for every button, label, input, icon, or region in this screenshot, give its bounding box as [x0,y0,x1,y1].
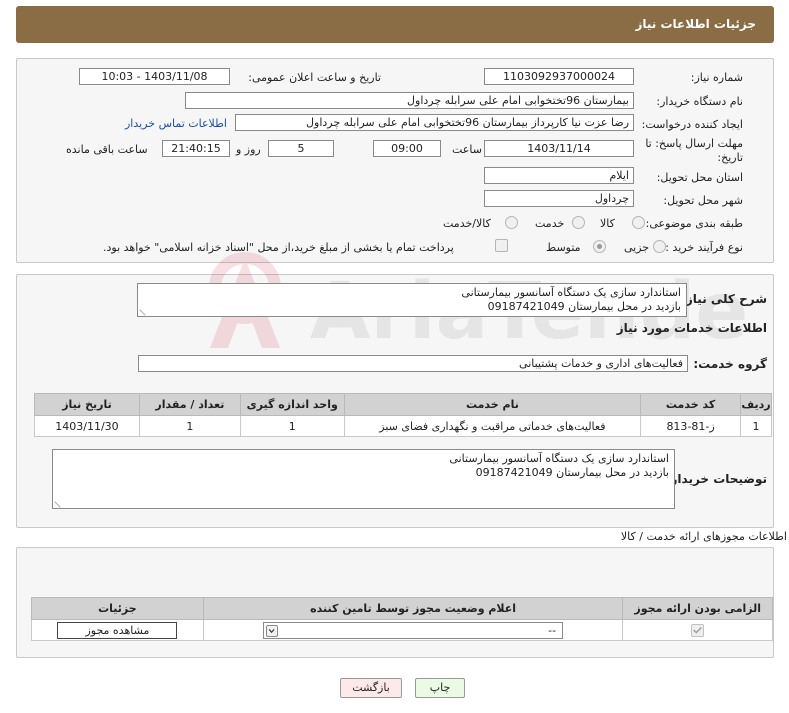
view-permit-button[interactable]: مشاهده مجوز [57,621,178,639]
summary-label: شرح کلی نیاز: [681,292,767,306]
page-title: جزئیات اطلاعات نیاز [635,17,756,31]
buyer-org-label: نام دستگاه خریدار: [656,95,743,108]
category-label: طبقه بندی موضوعی: [645,217,743,230]
deadline-time-label: ساعت [452,143,482,156]
buyer-notes-label: توضیحات خریدار: [665,472,767,486]
category-option-goods-service: کالا/خدمت [443,217,491,230]
col-unit: واحد اندازه گیری [239,393,345,416]
category-option-goods: کالا [600,217,615,230]
cell-service-name: فعالیت‌های خدماتی مراقبت و نگهداری فضای … [343,415,642,437]
services-table-header: ردیف کد خدمت نام خدمت واحد اندازه گیری ت… [34,393,772,416]
cell-permit-status: -- [202,619,624,641]
summary-textarea[interactable]: استاندارد سازی یک دستگاه آسانسور بیمارست… [137,283,687,317]
process-label: نوع فرآیند خرید : [665,241,743,254]
buyer-org-field: بیمارستان 96تختخوابی امام علی سرابله چرد… [185,92,634,109]
page-title-bar: جزئیات اطلاعات نیاز [16,6,774,43]
remaining-time-label: ساعت باقی مانده [66,143,148,156]
col-permit-required: الزامی بودن ارائه مجوز [622,597,773,620]
deadline-label: مهلت ارسال پاسخ: تا تاریخ: [645,137,743,164]
city-label: شهر محل تحویل: [663,194,743,207]
check-icon [693,626,702,634]
buyer-contact-link[interactable]: اطلاعات تماس خریدار [125,117,227,130]
permit-required-checkbox [691,623,705,637]
col-permit-status: اعلام وضعیت مجوز توسط تامین کننده [202,597,624,620]
process-radio-medium[interactable] [593,240,606,253]
need-number-label: شماره نیاز: [690,71,743,84]
creator-field: رضا عزت نیا کارپرداز بیمارستان 96تختخواب… [235,114,634,131]
print-button[interactable]: چاپ [415,678,465,698]
treasury-payment-checkbox[interactable] [495,239,508,252]
services-table: ردیف کد خدمت نام خدمت واحد اندازه گیری ت… [34,393,772,437]
process-option-minor: جزیی [624,241,650,254]
cell-quantity: 1 [138,415,241,437]
process-option-medium: متوسط [546,241,581,254]
cell-permit-details: مشاهده مجوز [31,619,204,641]
city-field: چرداول [484,190,634,207]
remaining-time-field: 21:40:15 [162,140,230,157]
service-group-field: فعالیت‌های اداری و خدمات پشتیبانی [138,355,688,372]
permit-status-select-value: -- [548,623,557,637]
category-radio-goods[interactable] [632,216,645,229]
cell-service-code: ز-81-813 [640,415,742,437]
col-row-number: ردیف [740,393,772,416]
col-need-date: تاریخ نیاز [34,393,140,416]
permits-section-title: اطلاعات مجوزهای ارائه خدمت / کالا [620,530,787,543]
days-remaining-field: 5 [268,140,334,157]
province-label: استان محل تحویل: [656,171,743,184]
col-quantity: تعداد / مقدار [138,393,241,416]
category-radio-service[interactable] [572,216,585,229]
category-option-service: خدمت [535,217,565,230]
col-service-name: نام خدمت [343,393,642,416]
deadline-date-field: 1403/11/14 [484,140,634,157]
need-number-field: 1103092937000024 [484,68,634,85]
process-radio-minor[interactable] [653,240,666,253]
cell-unit: 1 [239,415,345,437]
table-row: -- مشاهده مجوز [31,619,773,641]
services-section-title: اطلاعات خدمات مورد نیاز [616,321,767,335]
col-service-code: کد خدمت [640,393,742,416]
table-row: 1 ز-81-813 فعالیت‌های خدماتی مراقبت و نگ… [34,415,772,437]
cell-permit-required [622,619,773,641]
province-field: ایلام [484,167,634,184]
deadline-time-field: 09:00 [373,140,441,157]
days-label: روز و [236,143,261,156]
announce-date-field: 1403/11/08 - 10:03 [79,68,230,85]
permit-status-select[interactable]: -- [263,621,564,639]
back-button[interactable]: بازگشت [340,678,402,698]
col-permit-details: جزئیات [31,597,204,620]
cell-need-date: 1403/11/30 [34,415,140,437]
buyer-notes-textarea[interactable]: استاندارد سازی یک دستگاه آسانسور بیمارست… [52,449,675,509]
creator-label: ایجاد کننده درخواست: [641,118,743,131]
permits-table-header: الزامی بودن ارائه مجوز اعلام وضعیت مجوز … [31,597,773,620]
treasury-payment-note: پرداخت تمام یا بخشی از مبلغ خرید،از محل … [103,241,454,254]
service-group-label: گروه خدمت: [693,357,767,371]
announce-date-label: تاریخ و ساعت اعلان عمومی: [248,71,381,84]
category-radio-goods-service[interactable] [505,216,518,229]
permits-table: الزامی بودن ارائه مجوز اعلام وضعیت مجوز … [31,597,773,641]
cell-row-number: 1 [740,415,772,437]
chevron-down-icon [266,624,279,637]
